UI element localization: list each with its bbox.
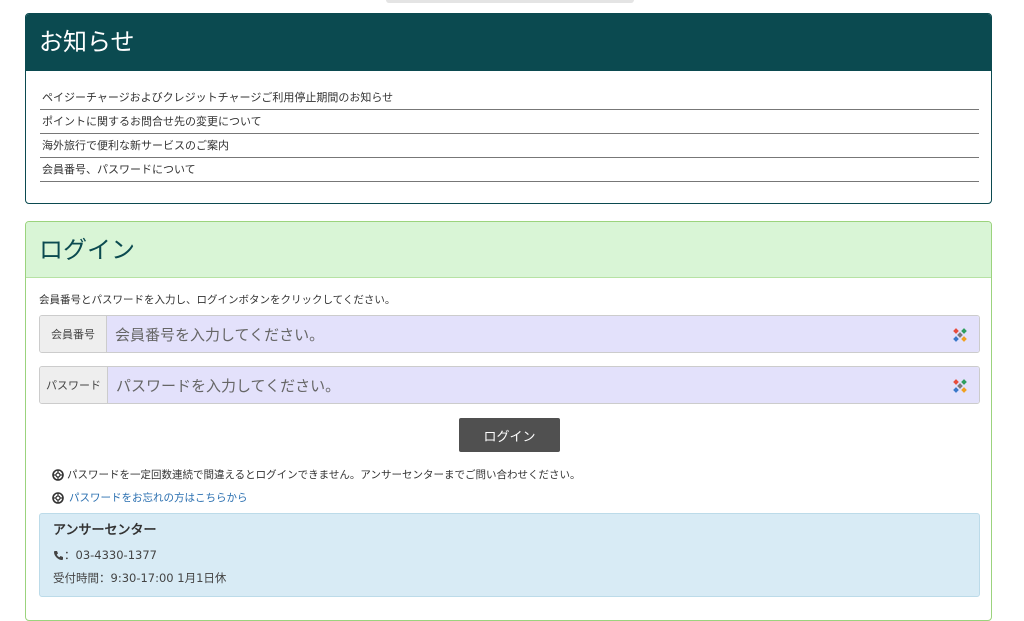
browser-tab-edge [386,0,634,3]
notice-item[interactable]: 会員番号、パスワードについて [40,158,979,182]
notice-item[interactable]: ペイジーチャージおよびクレジットチャージご利用停止期間のお知らせ [40,86,979,110]
password-manager-icon[interactable] [953,328,967,342]
login-warning-text: パスワードを一定回数連続で間違えるとログインできません。アンサーセンターまでご問… [67,469,581,481]
login-panel: ログイン 会員番号とパスワードを入力し、ログインボタンをクリックしてください。 … [25,221,992,621]
login-title: ログイン [26,222,991,278]
phone-icon [54,550,63,560]
lifebuoy-icon [52,468,64,481]
forgot-password-text[interactable]: パスワードをお忘れの方はこちらから [69,490,248,505]
lifebuoy-icon [52,491,64,504]
password-group: パスワード パスワードを入力してください。 [39,366,980,404]
member-number-input[interactable]: 会員番号を入力してください。 [107,316,979,352]
password-label: パスワード [40,367,108,403]
login-description: 会員番号とパスワードを入力し、ログインボタンをクリックしてください。 [39,294,396,306]
login-button[interactable]: ログイン [459,418,560,452]
password-input[interactable]: パスワードを入力してください。 [108,367,979,403]
member-number-group: 会員番号 会員番号を入力してください。 [39,315,980,353]
notice-list: ペイジーチャージおよびクレジットチャージご利用停止期間のお知らせ ポイントに関す… [26,86,991,182]
login-warning: パスワードを一定回数連続で間違えるとログインできません。アンサーセンターまでご問… [52,467,580,482]
password-manager-icon[interactable] [953,379,967,393]
answer-center-phone-number: ：03-4330-1377 [64,548,157,562]
forgot-password-link[interactable]: パスワードをお忘れの方はこちらから [52,490,248,505]
answer-center-title: アンサーセンター [53,523,157,538]
answer-center-hours: 受付時間：9:30-17:00 1月1日休 [53,571,227,585]
answer-center-phone: ：03-4330-1377 [53,547,966,563]
answer-center-box: アンサーセンター ：03-4330-1377 受付時間：9:30-17:00 1… [39,513,980,597]
notice-title: お知らせ [26,14,991,71]
notice-panel: お知らせ ペイジーチャージおよびクレジットチャージご利用停止期間のお知らせ ポイ… [25,13,992,204]
notice-item[interactable]: 海外旅行で便利な新サービスのご案内 [40,134,979,158]
member-number-label: 会員番号 [40,316,107,352]
notice-item[interactable]: ポイントに関するお問合せ先の変更について [40,110,979,134]
